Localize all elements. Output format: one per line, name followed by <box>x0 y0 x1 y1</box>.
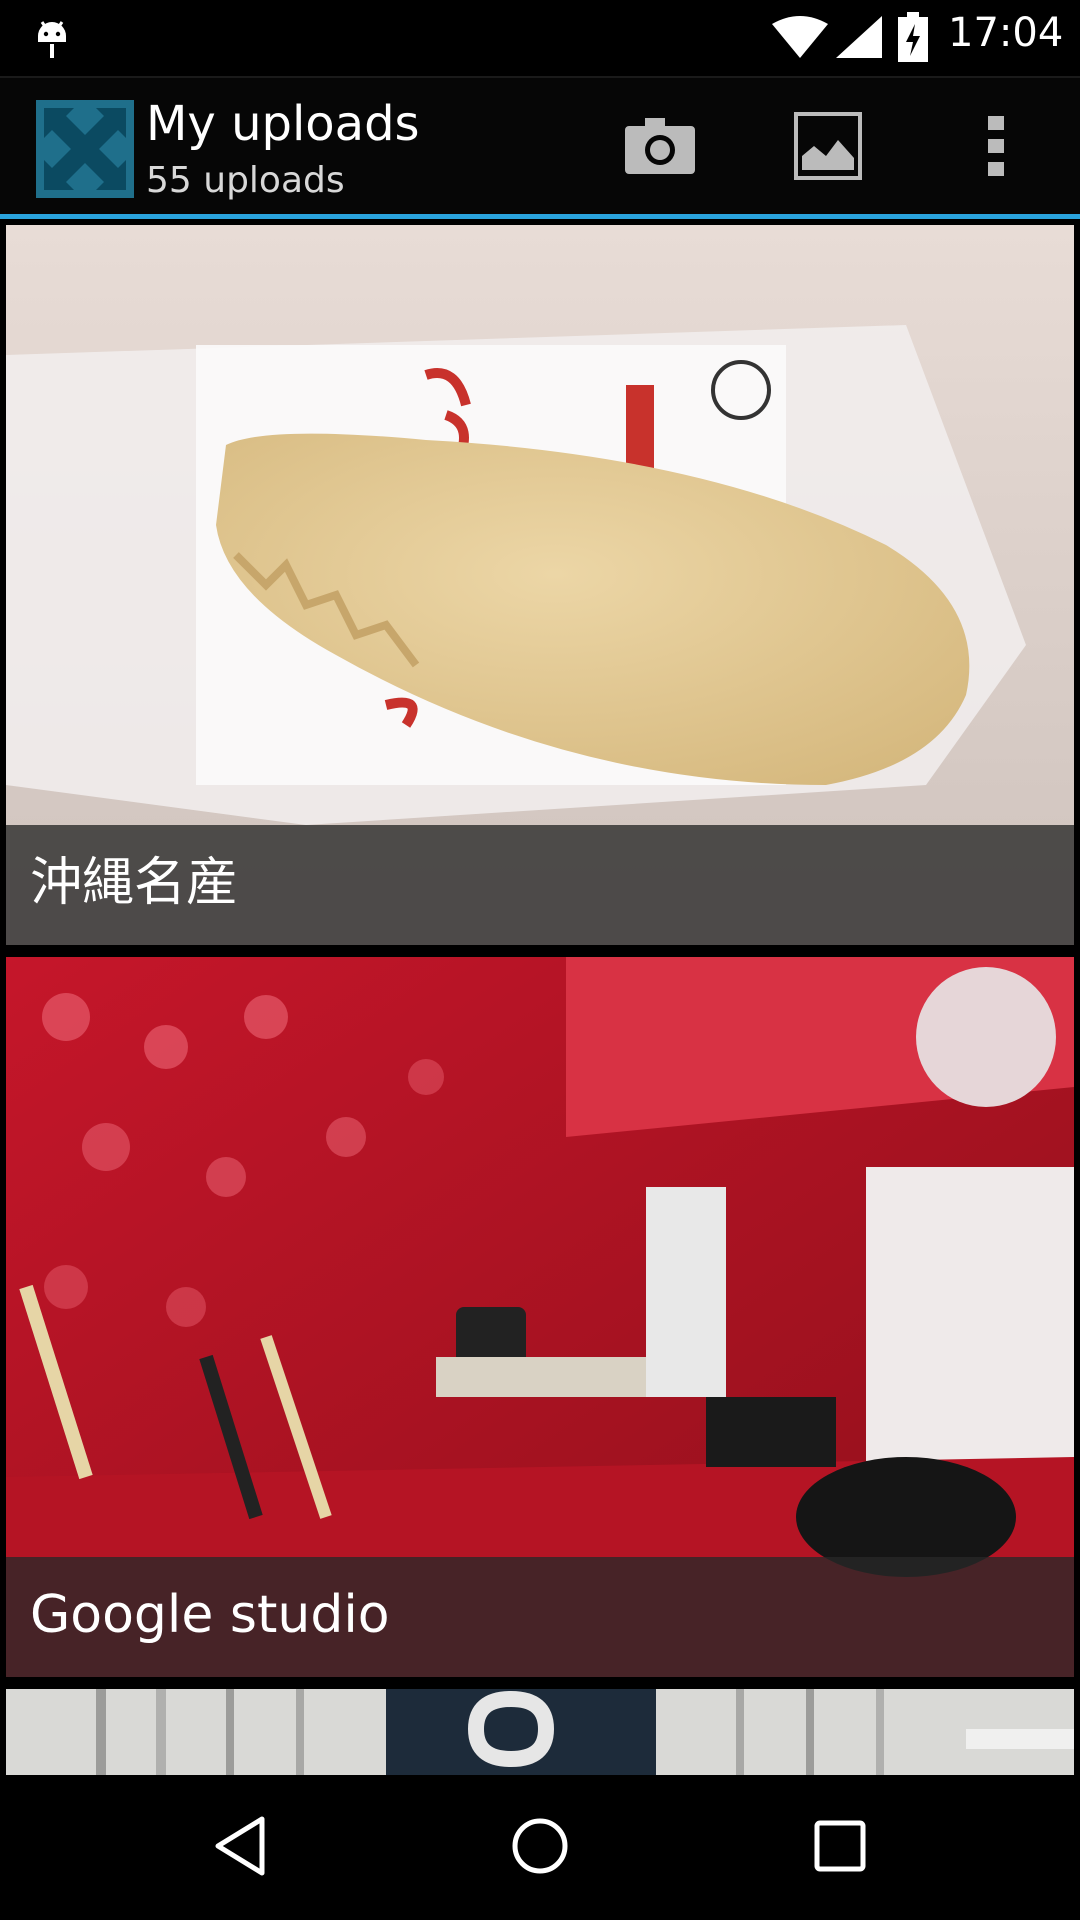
caption-bar: 沖縄名産 <box>6 825 1074 945</box>
wifi-icon <box>772 16 828 62</box>
back-icon <box>212 1815 268 1881</box>
overflow-menu-button[interactable] <box>946 98 1046 198</box>
android-icon <box>34 14 70 64</box>
clock: 17:04 <box>948 10 1064 56</box>
app-logo-icon[interactable] <box>36 100 134 198</box>
gallery-icon <box>794 112 862 184</box>
upload-item[interactable]: 沖縄名産 <box>6 225 1074 945</box>
page-title: My uploads <box>146 96 420 152</box>
uploads-list[interactable]: 沖縄名産 Google studio <box>0 219 1080 1775</box>
back-button[interactable] <box>180 1798 300 1898</box>
upload-thumbnail <box>6 1689 1074 1775</box>
recents-icon <box>814 1820 866 1876</box>
signal-icon <box>836 16 882 62</box>
navigation-bar <box>0 1776 1080 1920</box>
caption-bar: Google studio <box>6 1557 1074 1677</box>
battery-charging-icon <box>898 12 928 66</box>
upload-item[interactable] <box>6 1689 1074 1775</box>
upload-caption: 沖縄名産 <box>30 853 239 913</box>
upload-item[interactable]: Google studio <box>6 957 1074 1677</box>
upload-count: 55 uploads <box>146 160 345 201</box>
home-button[interactable] <box>480 1798 600 1898</box>
action-bar: My uploads 55 uploads <box>0 76 1080 216</box>
gallery-button[interactable] <box>778 98 878 198</box>
status-bar: 17:04 <box>0 0 1080 76</box>
camera-button[interactable] <box>610 98 710 198</box>
home-icon <box>511 1817 569 1879</box>
camera-icon <box>625 118 695 178</box>
recents-button[interactable] <box>780 1798 900 1898</box>
upload-caption: Google studio <box>30 1585 390 1645</box>
overflow-menu-icon <box>986 116 1006 180</box>
